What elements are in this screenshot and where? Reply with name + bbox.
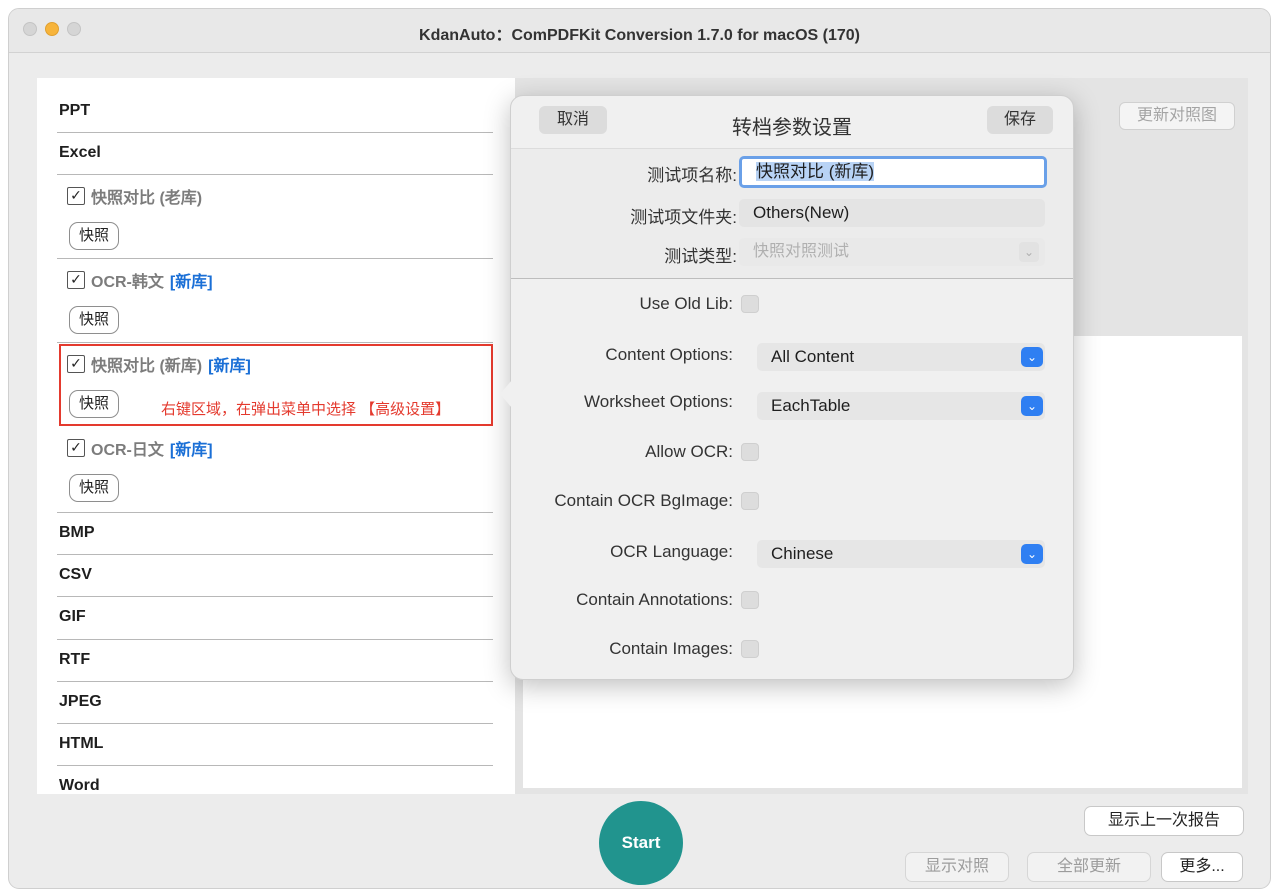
show-last-report-button[interactable]: 显示上一次报告 [1084,806,1244,836]
separator [57,554,493,555]
separator [57,132,493,133]
contain-images-checkbox[interactable] [741,640,759,658]
app-window: KdanAuto：ComPDFKit Conversion 1.7.0 for … [8,8,1271,889]
title-bar: KdanAuto：ComPDFKit Conversion 1.7.0 for … [9,9,1270,53]
ocr-language-label: OCR Language: [610,542,733,561]
allow-ocr-label: Allow OCR: [645,442,733,461]
category-word[interactable]: Word [59,777,100,794]
category-bmp[interactable]: BMP [59,524,95,542]
category-jpeg[interactable]: JPEG [59,693,102,711]
popover-header: 取消 转档参数设置 保存 [511,96,1073,148]
category-gif[interactable]: GIF [59,608,86,626]
separator [57,596,493,597]
test-item-label: 快照对比 (老库) [91,190,203,207]
content-options-label: Content Options: [605,345,733,364]
allow-ocr-checkbox[interactable] [741,443,759,461]
test-type-select: 快照对照测试 ⌄ [739,238,1045,266]
separator [57,512,493,513]
test-folder-field[interactable]: Others(New) [739,199,1045,227]
window-title: KdanAuto：ComPDFKit Conversion 1.7.0 for … [419,27,860,44]
category-csv[interactable]: CSV [59,566,92,584]
chevron-up-down-icon: ⌄ [1021,347,1043,367]
separator [57,174,493,175]
test-item-ocr-japanese[interactable]: ✓ OCR-日文 [新库] [67,436,213,460]
checkbox-checked-icon[interactable]: ✓ [67,187,85,205]
test-item-label: OCR-日文 [91,442,164,459]
chevron-up-down-icon: ⌄ [1021,544,1043,564]
test-item-label: OCR-韩文 [91,274,164,291]
popover-arrow [500,380,512,408]
ocr-language-value: Chinese [771,544,834,563]
test-type-value: 快照对照测试 [753,243,850,260]
more-button[interactable]: 更多... [1161,852,1243,882]
content-options-value: All Content [771,347,855,366]
separator [57,765,493,766]
contain-images-label: Contain Images: [609,639,733,658]
test-folder-label: 测试项文件夹: [630,208,737,227]
chevron-down-icon: ⌄ [1019,242,1039,262]
show-compare-button[interactable]: 显示对照 [905,852,1009,882]
test-item-label: 快照对比 (新库) [91,358,203,375]
new-lib-tag: [新库] [169,274,213,291]
test-name-value: 快照对比 (新库) [756,162,875,181]
category-html[interactable]: HTML [59,735,103,753]
contain-annotations-checkbox[interactable] [741,591,759,609]
chevron-up-down-icon: ⌄ [1021,396,1043,416]
worksheet-options-select[interactable]: EachTable ⌄ [757,392,1045,420]
update-all-button[interactable]: 全部更新 [1027,852,1151,882]
snapshot-button[interactable]: 快照 [69,474,119,502]
checkbox-checked-icon[interactable]: ✓ [67,439,85,457]
separator [57,723,493,724]
separator [57,639,493,640]
snapshot-button[interactable]: 快照 [69,222,119,250]
snapshot-button[interactable]: 快照 [69,390,119,418]
separator [57,258,493,259]
test-item-ocr-korean[interactable]: ✓ OCR-韩文 [新库] [67,268,213,292]
category-excel[interactable]: Excel [59,144,101,162]
section-divider [511,278,1073,279]
contain-annotations-label: Contain Annotations: [576,590,733,609]
contain-ocr-bgimage-label: Contain OCR BgImage: [554,491,733,510]
ocr-language-select[interactable]: Chinese ⌄ [757,540,1045,568]
worksheet-options-label: Worksheet Options: [584,392,733,411]
test-list-sidebar: PPT Excel ✓ 快照对比 (老库) 快照 ✓ OCR-韩文 [新库] 快… [37,78,515,794]
checkbox-checked-icon[interactable]: ✓ [67,271,85,289]
separator [57,342,493,343]
test-name-field[interactable]: 快照对比 (新库) [739,156,1047,188]
category-ppt[interactable]: PPT [59,102,90,120]
conversion-settings-popover: 取消 转档参数设置 保存 测试项名称: 快照对比 (新库) 测试项文件夹: Ot… [500,95,1074,680]
checkbox-checked-icon[interactable]: ✓ [67,355,85,373]
annotation-hint-text: 右键区域，在弹出菜单中选择 【高级设置】 [161,401,451,418]
contain-ocr-bgimage-checkbox[interactable] [741,492,759,510]
test-type-label: 测试类型: [664,247,737,266]
test-item-snapshot-old[interactable]: ✓ 快照对比 (老库) [67,184,202,208]
new-lib-tag: [新库] [208,358,251,375]
use-old-lib-checkbox[interactable] [741,295,759,313]
worksheet-options-value: EachTable [771,396,851,415]
snapshot-button[interactable]: 快照 [69,306,119,334]
separator [57,681,493,682]
category-rtf[interactable]: RTF [59,651,90,669]
test-name-label: 测试项名称: [647,166,737,185]
use-old-lib-label: Use Old Lib: [639,294,733,313]
start-button[interactable]: Start [599,801,683,885]
test-item-snapshot-new[interactable]: ✓ 快照对比 (新库) [新库] [67,352,251,376]
save-button[interactable]: 保存 [987,106,1053,134]
update-reference-image-button[interactable]: 更新对照图 [1119,102,1235,130]
content-options-select[interactable]: All Content ⌄ [757,343,1045,371]
new-lib-tag: [新库] [169,442,213,459]
